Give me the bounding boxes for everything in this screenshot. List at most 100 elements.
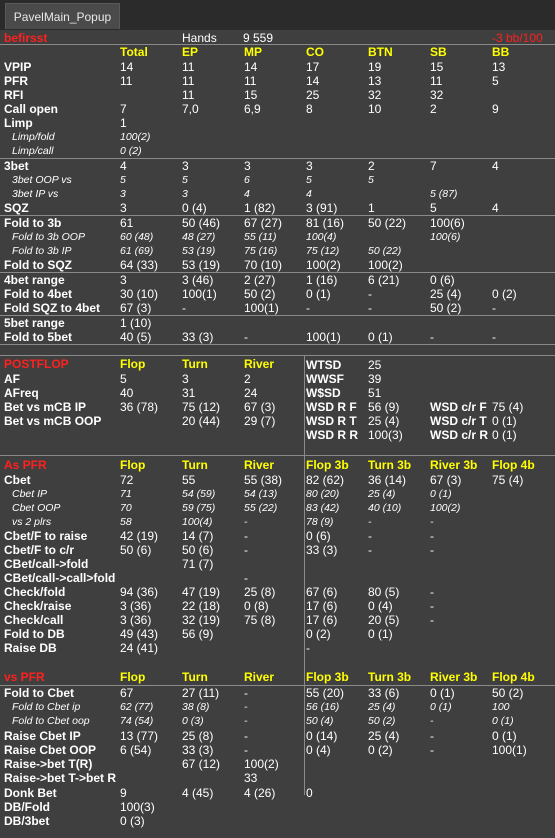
stat-cell[interactable]: 1	[120, 116, 127, 130]
stat-cell[interactable]: -	[430, 529, 434, 543]
stat-cell[interactable]: 3 (36)	[120, 599, 151, 613]
stat-cell[interactable]: 0 (2)	[306, 627, 331, 641]
stat-cell[interactable]: -	[430, 729, 434, 743]
stat-cell[interactable]: 2 (27)	[244, 273, 275, 287]
stat-cell[interactable]: 15	[430, 60, 443, 74]
stat-cell[interactable]: 83 (42)	[306, 501, 339, 515]
stat-cell[interactable]: 0 (1)	[492, 729, 517, 743]
stat-cell[interactable]: -	[368, 529, 372, 543]
stat-cell[interactable]: -	[430, 599, 434, 613]
stat-cell[interactable]: 1 (16)	[306, 273, 337, 287]
stat-cell[interactable]: 0 (1)	[306, 287, 331, 301]
stat-cell[interactable]: 0	[306, 786, 313, 800]
stat-cell[interactable]: -	[244, 571, 248, 585]
stat-cell[interactable]: 55 (22)	[244, 501, 277, 515]
stat-cell[interactable]: 100(2)	[244, 757, 279, 771]
stat-cell[interactable]: 3 (36)	[120, 613, 151, 627]
stat-cell[interactable]: 9	[492, 102, 499, 116]
stat-cell[interactable]: 54 (59)	[182, 487, 215, 501]
stat-cell[interactable]: 17 (6)	[306, 613, 337, 627]
stat-cell[interactable]: 54 (13)	[244, 487, 277, 501]
stat-cell[interactable]: 47 (19)	[182, 585, 220, 599]
stat-cell[interactable]: 11	[244, 74, 256, 88]
stat-cell[interactable]: 38 (8)	[182, 700, 209, 714]
stat-cell[interactable]: 3 (46)	[182, 273, 213, 287]
stat-cell[interactable]: 1 (82)	[244, 201, 275, 215]
stat-cell[interactable]: 80 (20)	[306, 487, 339, 501]
stat-cell[interactable]: 36 (78)	[120, 400, 158, 414]
player-name[interactable]: befirsst	[4, 31, 47, 45]
stat-cell[interactable]: 4	[306, 187, 312, 201]
stat-cell[interactable]: 67 (3)	[430, 473, 461, 487]
stat-cell[interactable]: 72	[120, 473, 133, 487]
stat-cell[interactable]: 30 (10)	[120, 287, 158, 301]
stat-cell[interactable]: 13	[492, 60, 505, 74]
stat-cell[interactable]: 71	[120, 487, 132, 501]
stat-cell[interactable]: 4 (45)	[182, 786, 213, 800]
stat-cell[interactable]: 50 (46)	[182, 216, 220, 230]
stat-cell[interactable]: 4	[492, 201, 499, 215]
stat-cell[interactable]: -	[306, 301, 310, 315]
stat-cell[interactable]: 50 (22)	[368, 244, 401, 258]
stat-cell[interactable]: 100(3)	[120, 800, 155, 814]
stat-cell[interactable]: 22 (18)	[182, 599, 220, 613]
stat-cell[interactable]: 0 (2)	[120, 144, 142, 158]
stat-cell[interactable]: 0 (1)	[492, 414, 517, 428]
stat-cell[interactable]: -	[430, 543, 434, 557]
stat-cell[interactable]: 11	[120, 74, 132, 88]
stat-cell[interactable]: 25 (8)	[182, 729, 213, 743]
stat-cell[interactable]: 0 (4)	[182, 201, 207, 215]
stat-cell[interactable]: 25 (4)	[368, 414, 399, 428]
stat-cell[interactable]: 4	[120, 159, 127, 173]
stat-cell[interactable]: 3	[120, 201, 127, 215]
stat-cell[interactable]: 0 (6)	[430, 273, 455, 287]
stat-cell[interactable]: 100(3)	[368, 428, 403, 442]
stat-cell[interactable]: -	[368, 301, 372, 315]
stat-cell[interactable]: 33 (3)	[182, 330, 213, 344]
stat-cell[interactable]: 5	[368, 173, 374, 187]
stat-cell[interactable]: 3	[182, 159, 189, 173]
stat-cell[interactable]: -	[244, 515, 248, 529]
stat-cell[interactable]: 25 (4)	[368, 487, 395, 501]
stat-cell[interactable]: 19	[368, 60, 381, 74]
stat-cell[interactable]: 100(6)	[430, 230, 460, 244]
stat-cell[interactable]: -	[244, 700, 248, 714]
stat-cell[interactable]: 70 (10)	[244, 258, 282, 272]
stat-cell[interactable]: 59 (75)	[182, 501, 215, 515]
stat-cell[interactable]: 32	[368, 88, 381, 102]
stat-cell[interactable]: 75 (4)	[492, 473, 523, 487]
stat-cell[interactable]: 40 (5)	[120, 330, 151, 344]
stat-cell[interactable]: 67 (3)	[120, 301, 151, 315]
stat-cell[interactable]: -	[244, 330, 248, 344]
stat-cell[interactable]: 7	[120, 102, 127, 116]
stat-cell[interactable]: 5	[306, 173, 312, 187]
stat-cell[interactable]: 3	[244, 159, 251, 173]
stat-cell[interactable]: 10	[368, 102, 381, 116]
stat-cell[interactable]: 55	[182, 473, 195, 487]
stat-cell[interactable]: 32 (19)	[182, 613, 220, 627]
stat-cell[interactable]: 75 (12)	[306, 244, 339, 258]
stat-cell[interactable]: 100(1)	[244, 301, 279, 315]
stat-cell[interactable]: 11	[430, 74, 442, 88]
stat-cell[interactable]: 0 (3)	[120, 814, 145, 828]
stat-cell[interactable]: 3	[306, 159, 313, 173]
stat-cell[interactable]: 25	[306, 88, 319, 102]
stat-cell[interactable]: 0 (1)	[430, 700, 452, 714]
stat-cell[interactable]: 25	[368, 358, 381, 372]
stat-cell[interactable]: 0 (1)	[368, 330, 393, 344]
stat-cell[interactable]: 56 (9)	[182, 627, 213, 641]
stat-cell[interactable]: 6,9	[244, 102, 261, 116]
stat-cell[interactable]: 5	[182, 173, 188, 187]
stat-cell[interactable]: 100	[492, 700, 510, 714]
tab-pavelmain-popup[interactable]: PavelMain_Popup	[5, 3, 120, 29]
stat-cell[interactable]: -	[244, 743, 248, 757]
stat-cell[interactable]: 50 (2)	[368, 714, 395, 728]
stat-cell[interactable]: 33	[244, 771, 257, 785]
stat-cell[interactable]: 0 (8)	[244, 599, 269, 613]
stat-cell[interactable]: 3	[182, 187, 188, 201]
stat-cell[interactable]: 61	[120, 216, 133, 230]
stat-cell[interactable]: 62 (77)	[120, 700, 153, 714]
stat-cell[interactable]: 100(2)	[368, 258, 403, 272]
stat-cell[interactable]: -	[492, 330, 496, 344]
stat-cell[interactable]: 49 (43)	[120, 627, 158, 641]
